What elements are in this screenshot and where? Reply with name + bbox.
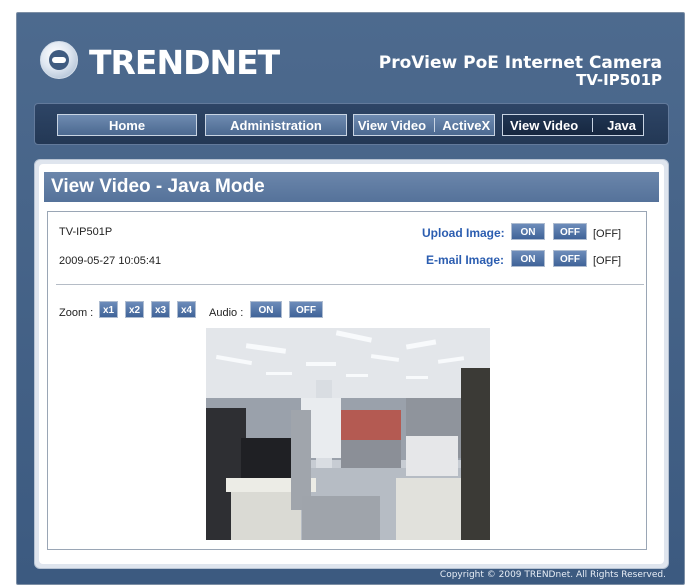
product-title: ProView PoE Internet Camera TV-IP501P bbox=[379, 55, 662, 89]
nav-separator bbox=[592, 118, 594, 132]
upload-image-label: Upload Image: bbox=[422, 226, 505, 240]
nav-separator bbox=[433, 118, 435, 132]
email-image-off-button[interactable]: OFF bbox=[553, 250, 587, 267]
upload-image-on-button[interactable]: ON bbox=[511, 223, 545, 240]
app-frame: TRENDNET ProView PoE Internet Camera TV-… bbox=[16, 12, 685, 585]
zoom-x2-button[interactable]: x2 bbox=[125, 301, 144, 318]
zoom-x4-button[interactable]: x4 bbox=[177, 301, 196, 318]
trendnet-logo-icon bbox=[40, 41, 78, 79]
copyright-text: Copyright © 2009 TRENDnet. All Rights Re… bbox=[439, 570, 666, 580]
main-nav: Home Administration View Video ActiveX V… bbox=[34, 103, 669, 145]
nav-view-video-label: View Video bbox=[509, 118, 579, 133]
email-image-status: [OFF] bbox=[593, 255, 622, 267]
live-video-feed[interactable] bbox=[206, 328, 490, 540]
nav-administration-button[interactable]: Administration bbox=[205, 114, 347, 136]
camera-datetime: 2009-05-27 10:05:41 bbox=[59, 255, 162, 267]
main-panel: View Video - Java Mode TV-IP501P 2009-05… bbox=[34, 159, 669, 569]
zoom-label: Zoom : bbox=[59, 307, 94, 319]
divider bbox=[56, 284, 644, 285]
upload-image-off-button[interactable]: OFF bbox=[553, 223, 587, 240]
audio-off-button[interactable]: OFF bbox=[289, 301, 323, 318]
page-title: View Video - Java Mode bbox=[44, 172, 659, 202]
audio-on-button[interactable]: ON bbox=[250, 301, 282, 318]
brand-logo-text: TRENDNET bbox=[89, 43, 280, 82]
nav-home-button[interactable]: Home bbox=[57, 114, 197, 136]
nav-activex-label: ActiveX bbox=[442, 118, 491, 133]
audio-label: Audio : bbox=[209, 307, 244, 319]
office-camera-image bbox=[206, 328, 490, 540]
camera-name: TV-IP501P bbox=[59, 226, 113, 238]
nav-java-label: Java bbox=[607, 118, 637, 133]
email-image-on-button[interactable]: ON bbox=[511, 250, 545, 267]
zoom-x1-button[interactable]: x1 bbox=[99, 301, 118, 318]
product-line: ProView PoE Internet Camera bbox=[378, 53, 662, 73]
zoom-x3-button[interactable]: x3 bbox=[151, 301, 170, 318]
nav-view-video-java-button[interactable]: View Video Java bbox=[502, 114, 644, 136]
email-image-label: E-mail Image: bbox=[426, 253, 505, 267]
video-content-box: TV-IP501P 2009-05-27 10:05:41 Upload Ima… bbox=[47, 211, 647, 550]
nav-view-video-label: View Video bbox=[357, 118, 427, 133]
product-model: TV-IP501P bbox=[576, 71, 662, 89]
nav-view-video-activex-button[interactable]: View Video ActiveX bbox=[353, 114, 495, 136]
main-panel-inner: View Video - Java Mode TV-IP501P 2009-05… bbox=[39, 164, 664, 564]
upload-image-status: [OFF] bbox=[593, 228, 622, 240]
